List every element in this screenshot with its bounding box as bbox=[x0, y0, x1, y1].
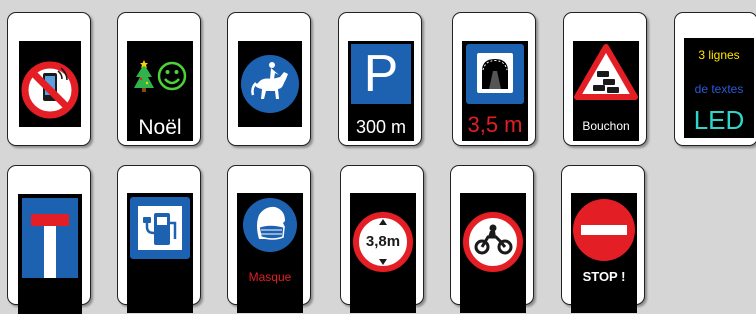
sign-card-noel[interactable]: Noël bbox=[117, 12, 201, 146]
lignes-line3: LED bbox=[693, 105, 745, 135]
sign-card-parking[interactable]: P 300 m bbox=[338, 12, 422, 146]
sign-screen: STOP ! bbox=[571, 193, 637, 313]
height-limit-icon bbox=[353, 212, 413, 272]
noel-text: Noël bbox=[138, 116, 182, 139]
sign-screen: Noël bbox=[127, 41, 193, 141]
sign-card-height-limit[interactable]: 3,8m bbox=[340, 165, 424, 313]
height-limit-value: 3,8m bbox=[365, 233, 401, 250]
sign-card-tunnel[interactable]: 3,5 m bbox=[452, 12, 536, 146]
no-motorcycle-icon bbox=[463, 212, 523, 272]
sign-screen: 3,5 m bbox=[462, 41, 528, 141]
sign-card-dead-end[interactable] bbox=[7, 165, 91, 314]
sign-card-horse-rider[interactable] bbox=[227, 12, 311, 146]
sign-card-no-phone[interactable] bbox=[7, 12, 91, 146]
sign-screen bbox=[19, 41, 81, 127]
lignes-line2: de textes bbox=[694, 82, 744, 96]
charging-station-icon bbox=[130, 197, 190, 259]
sign-screen bbox=[18, 194, 82, 314]
sign-card-bouchon[interactable]: Bouchon bbox=[563, 12, 647, 146]
dead-end-icon bbox=[22, 198, 78, 278]
bouchon-text: Bouchon bbox=[582, 119, 630, 133]
no-entry-icon bbox=[573, 199, 635, 261]
sign-screen: Masque bbox=[237, 193, 303, 313]
lignes-line1: 3 lignes bbox=[698, 48, 740, 62]
face-mask-icon bbox=[243, 198, 297, 252]
sign-screen: 3,8m bbox=[350, 193, 416, 313]
sign-screen bbox=[238, 41, 302, 127]
parking-letter: P bbox=[363, 45, 399, 103]
masque-text: Masque bbox=[248, 270, 292, 284]
sign-screen: Bouchon bbox=[573, 41, 639, 141]
sign-card-charging[interactable] bbox=[117, 165, 201, 313]
stop-text: STOP ! bbox=[582, 269, 626, 284]
sign-screen: P 300 m bbox=[348, 41, 414, 141]
sign-card-lignes[interactable]: 3 lignes de textes LED bbox=[674, 12, 756, 146]
sign-card-no-motorcycle[interactable] bbox=[450, 165, 534, 313]
sign-card-masque[interactable]: Masque bbox=[227, 165, 311, 313]
sign-card-no-entry[interactable]: STOP ! bbox=[561, 165, 645, 313]
tunnel-height: 3,5 m bbox=[467, 112, 523, 137]
sign-screen: 3 lignes de textes LED bbox=[684, 38, 754, 138]
horse-rider-icon bbox=[241, 55, 299, 113]
no-phone-icon bbox=[21, 61, 79, 119]
parking-distance: 300 m bbox=[355, 117, 407, 137]
sign-screen bbox=[127, 193, 193, 313]
sign-screen bbox=[460, 193, 526, 313]
